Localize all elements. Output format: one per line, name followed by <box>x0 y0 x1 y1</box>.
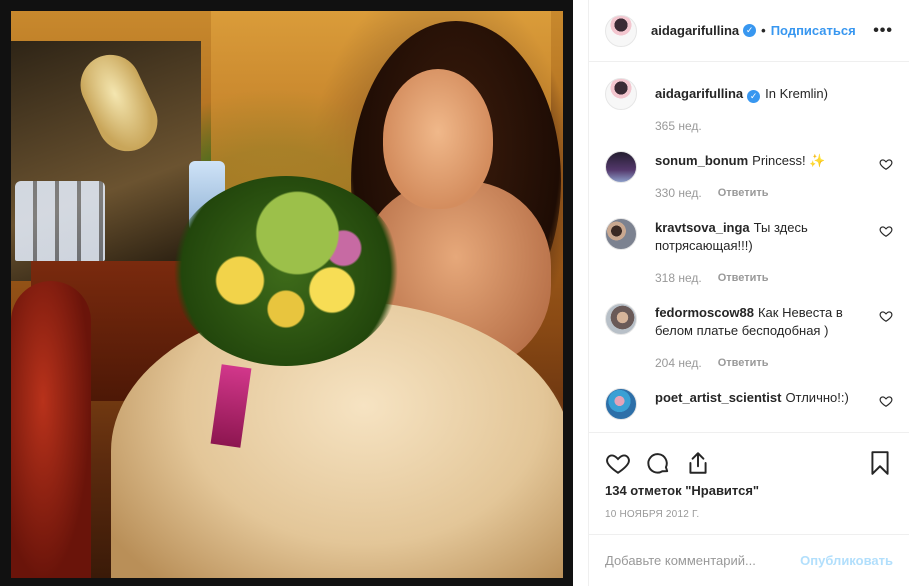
avatar[interactable] <box>605 78 637 110</box>
action-icons <box>605 443 893 483</box>
avatar[interactable] <box>605 388 637 420</box>
photo-bouquet <box>171 176 401 366</box>
post-header: aidagarifullina ✓ • Подписаться ••• <box>589 0 909 62</box>
reply-button[interactable]: Ответить <box>718 184 769 202</box>
avatar[interactable] <box>605 303 637 335</box>
comment-icon[interactable] <box>645 450 671 476</box>
share-icon[interactable] <box>685 450 711 476</box>
heart-icon[interactable] <box>605 450 631 476</box>
post-date[interactable]: 10 НОЯБРЯ 2012 Г. <box>605 509 893 520</box>
photo-frame <box>0 0 573 586</box>
comment-time[interactable]: 330 нед. <box>655 184 702 202</box>
comment-username[interactable]: sonum_bonum <box>655 153 748 168</box>
caption: aidagarifullina ✓ In Kremlin) 365 нед. <box>605 78 893 135</box>
follow-button[interactable]: Подписаться <box>771 23 856 38</box>
photo-area <box>0 0 588 586</box>
caption-time[interactable]: 365 нед. <box>655 117 702 135</box>
list-item: poet_artist_scientist Отлично!:) <box>605 388 893 420</box>
verified-badge-icon: ✓ <box>743 24 757 37</box>
avatar[interactable] <box>605 218 637 250</box>
photo-chair <box>11 281 91 578</box>
comment-username[interactable]: fedormoscow88 <box>655 305 754 320</box>
side-panel: aidagarifullina ✓ • Подписаться ••• aida… <box>588 0 909 586</box>
list-item: kravtsova_inga Ты здесь потрясающая!!!) 3… <box>605 218 893 287</box>
actions-section: 134 отметок "Нравится" 10 НОЯБРЯ 2012 Г. <box>589 432 909 534</box>
likes-count[interactable]: 134 отметок "Нравится" <box>605 483 893 498</box>
comments-list: aidagarifullina ✓ In Kremlin) 365 нед. son… <box>589 62 909 432</box>
list-item: sonum_bonum Princess! ✨ 330 нед. Ответить <box>605 151 893 202</box>
photo-face <box>383 69 493 209</box>
comment-time[interactable]: 204 нед. <box>655 354 702 372</box>
comment-username[interactable]: poet_artist_scientist <box>655 390 781 405</box>
add-comment-bar: Опубликовать <box>589 534 909 586</box>
comment-text: Princess! ✨ <box>752 153 826 168</box>
comment-time[interactable]: 318 нед. <box>655 269 702 287</box>
header-username[interactable]: aidagarifullina <box>651 23 739 38</box>
comment-input[interactable] <box>605 553 801 568</box>
like-comment-icon[interactable] <box>879 309 893 323</box>
avatar[interactable] <box>605 151 637 183</box>
comment-username[interactable]: kravtsova_inga <box>655 220 750 235</box>
bookmark-icon[interactable] <box>867 450 893 476</box>
reply-button[interactable]: Ответить <box>718 269 769 287</box>
reply-button[interactable]: Ответить <box>718 354 769 372</box>
photo-bottles <box>15 181 105 261</box>
more-options-icon[interactable]: ••• <box>873 22 893 40</box>
caption-text: In Kremlin) <box>765 86 828 101</box>
like-comment-icon[interactable] <box>879 224 893 238</box>
separator-dot: • <box>761 23 766 38</box>
list-item: fedormoscow88 Как Невеста в белом платье … <box>605 303 893 372</box>
caption-username[interactable]: aidagarifullina <box>655 86 743 101</box>
post-photo[interactable] <box>11 11 563 578</box>
comment-text: Отлично!:) <box>785 390 849 405</box>
avatar[interactable] <box>605 14 637 47</box>
verified-badge-icon: ✓ <box>747 90 761 103</box>
like-comment-icon[interactable] <box>879 157 893 171</box>
like-comment-icon[interactable] <box>879 394 893 408</box>
publish-button[interactable]: Опубликовать <box>800 553 893 568</box>
instagram-post: aidagarifullina ✓ • Подписаться ••• aida… <box>0 0 909 586</box>
